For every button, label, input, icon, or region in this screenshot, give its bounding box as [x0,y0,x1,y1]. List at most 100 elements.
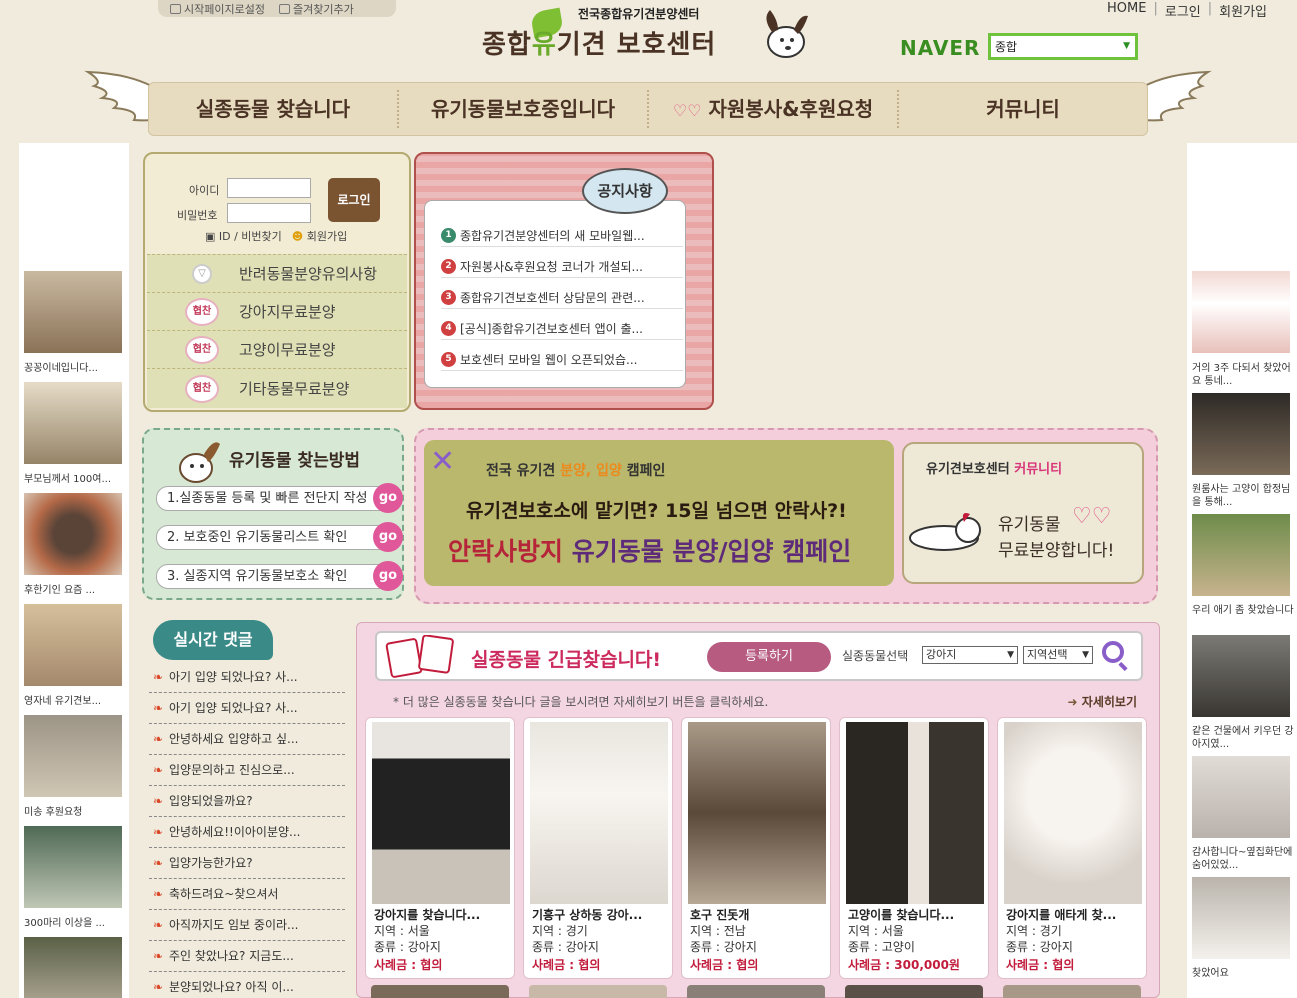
join-link-small[interactable]: ☻ 회원가입 [292,228,347,244]
community-banner[interactable]: 유기견보호센터 커뮤니티 ♡♡ 유기동물 무료분양합니다! [902,442,1144,584]
find-id-link[interactable]: ▣ ID / 비번찾기 [205,228,282,244]
comment-item[interactable]: ❧ 아직까지도 임보 중이라... [149,910,345,941]
thumbnail-caption[interactable]: 찾았어요 [1192,967,1296,980]
comment-item[interactable]: ❧ 안녕하세요!!이아이분양... [149,817,345,848]
thumbnail-image[interactable] [24,826,122,908]
pet-photo[interactable] [529,985,667,998]
notice-item[interactable]: 5 보호센터 모바일 웹이 오픈되었습... [441,349,683,371]
home-icon [170,3,181,14]
pet-photo[interactable] [846,722,984,904]
menu-cat-adoption[interactable]: 협찬 고양이무료분양 [147,330,407,368]
register-button[interactable]: 등록하기 [707,642,831,672]
thumbnail-image[interactable] [24,493,122,575]
search-scope-select[interactable]: 종합 ▼ [988,33,1138,60]
notice-item[interactable]: 4 [공식]종합유기견보호센터 앱이 출... [441,318,683,340]
lost-card[interactable]: 호구 진돗개 지역 : 전남 종류 : 강아지 사례금 : 협의 [681,717,831,979]
menu-dog-adoption[interactable]: 협찬 강아지무료분양 [147,292,407,330]
login-link[interactable]: 로그인 [1165,1,1201,20]
thumbnail-caption[interactable]: 우리 애기 좀 찾았습니다 [1192,604,1296,617]
comment-item[interactable]: ❧ 아기 입양 되었나요? 사... [149,693,345,724]
go-button[interactable]: go [373,522,403,552]
cards-icon [385,635,454,678]
howto-step-2[interactable]: 2. 보호중인 유기동물리스트 확인 go [156,522,403,552]
dog-mascot-icon [766,10,808,58]
thumbnail-image[interactable] [1192,393,1290,475]
id-input[interactable] [227,178,311,198]
go-button[interactable]: go [373,561,403,591]
bookmark-link[interactable]: 즐겨찾기추가 [278,1,354,17]
pet-photo[interactable] [1003,985,1141,998]
pet-photo[interactable] [1004,722,1142,904]
lost-card[interactable]: 강아지를 애타게 찾... 지역 : 경기 종류 : 강아지 사례금 : 협의 [997,717,1147,979]
comment-item[interactable]: ❧ 입양문의하고 진심으로... [149,755,345,786]
notice-item[interactable]: 2 자원봉사&후원요청 코너가 개설되... [441,256,683,278]
nav-community[interactable]: 커뮤니티 [899,90,1147,128]
thumbnail-caption[interactable]: 같은 건물에서 키우던 강아지였... [1192,725,1296,751]
lost-title: 실종동물 긴급찾습니다! [471,649,662,671]
notice-item[interactable]: 3 종합유기견보호센터 상담문의 관련... [441,287,683,309]
menu-notes[interactable]: ▽ 반려동물분양유의사항 [147,254,407,292]
thumbnail-caption[interactable]: 후한기인 요즘 ... [24,584,128,597]
animal-select[interactable]: 강아지 ▼ [922,646,1018,664]
thumbnail-image[interactable] [24,937,122,998]
nav-lost-animals[interactable]: 실종동물 찾습니다 [149,90,399,128]
lost-card[interactable]: 고양이를 찾습니다... 지역 : 서울 종류 : 고양이 사례금 : 300,… [839,717,989,979]
comment-item[interactable]: ❧ 안녕하세요 입양하고 싶... [149,724,345,755]
menu-other-adoption[interactable]: 협찬 기타동물무료분양 [147,368,407,408]
join-link[interactable]: 회원가입 [1219,1,1267,20]
login-button[interactable]: 로그인 [328,178,380,222]
lost-card[interactable]: 강아지를 찾습니다... 지역 : 서울 종류 : 강아지 사례금 : 협의 [365,717,515,979]
comment-item[interactable]: ❧ 입양가능한가요? [149,848,345,879]
notice-item[interactable]: 1 종합유기견분양센터의 새 모바일웹... [441,225,683,247]
ribbon-icon: ✕ [430,444,456,479]
comment-item[interactable]: ❧ 축하드려요~찾으셔서 [149,879,345,910]
paw-icon: ❧ [153,980,164,994]
thumbnail-caption[interactable]: 300마리 이상을 ... [24,917,128,930]
site-logo[interactable]: 전국종합유기견분양센터 종합유기견 보호센터 [480,2,825,67]
sponsor-badge: 협찬 [185,335,219,364]
comment-item[interactable]: ❧ 주인 찾았나요? 지금도... [149,941,345,972]
pet-photo[interactable] [845,985,983,998]
thumbnail-caption[interactable]: 원룸사는 고양이 합정님을 통해... [1192,483,1296,509]
thumbnail-image[interactable] [24,604,122,686]
comment-item[interactable]: ❧ 입양되었을까요? [149,786,345,817]
thumbnail-caption[interactable]: 감사합니다~옆집화단에 숨어있었... [1192,846,1296,872]
go-button[interactable]: go [373,483,403,513]
pet-photo[interactable] [688,722,826,904]
thumbnail-caption[interactable]: 거의 3주 다되서 찾았어요 통네... [1192,362,1296,388]
pet-photo[interactable] [687,985,825,998]
sponsor-badge: 협찬 [185,297,219,326]
nav-volunteer[interactable]: ♡♡ 자원봉사&후원요청 [649,90,899,128]
thumbnail-image[interactable] [1192,877,1290,959]
howto-step-3[interactable]: 3. 실종지역 유기동물보호소 확인 go [156,561,403,591]
thumbnail-image[interactable] [24,715,122,797]
logo-title: 종합유기견 보호센터 [482,30,717,60]
animal-select-label: 실종동물선택 [842,649,909,663]
thumbnail-image[interactable] [24,271,122,353]
nav-protected-animals[interactable]: 유기동물보호중입니다 [399,90,649,128]
paw-icon: ❧ [153,918,164,932]
home-link[interactable]: HOME [1107,1,1146,20]
adoption-campaign-banner[interactable]: ✕ 전국 유기견 분양, 입양 캠페인 유기견보호소에 맡기면? 15일 넘으면… [424,440,894,586]
thumbnail-image[interactable] [1192,514,1290,596]
thumbnail-caption[interactable]: 영자네 유기견보... [24,695,128,708]
thumbnail-caption[interactable]: 미송 후원요청 [24,806,128,819]
thumbnail-caption[interactable]: 부모님께서 100여... [24,473,128,486]
lost-card[interactable]: 기흥구 상하동 강아... 지역 : 경기 종류 : 강아지 사례금 : 협의 [523,717,673,979]
thumbnail-image[interactable] [24,382,122,464]
password-input[interactable] [227,203,311,223]
region-select[interactable]: 지역선택 ▼ [1023,646,1093,664]
more-link[interactable]: ➜ 자세히보기 [1068,693,1137,710]
thumbnail-image[interactable] [1192,271,1290,353]
comment-item[interactable]: ❧ 아기 입양 되었나요? 사... [149,662,345,693]
pet-photo[interactable] [530,722,668,904]
pet-photo[interactable] [372,722,510,904]
thumbnail-caption[interactable]: 꽁꽁이네입니다... [24,362,128,375]
thumbnail-image[interactable] [1192,635,1290,717]
set-start-page-link[interactable]: 시작페이지로설정 [170,1,265,17]
thumbnail-image[interactable] [1192,756,1290,838]
search-icon[interactable] [1102,641,1124,663]
howto-step-1[interactable]: 1.실종동물 등록 및 빠른 전단지 작성 go [156,483,403,513]
comment-item[interactable]: ❧ 분양되었나요? 아직 이... [149,972,345,998]
pet-photo[interactable] [371,985,509,998]
